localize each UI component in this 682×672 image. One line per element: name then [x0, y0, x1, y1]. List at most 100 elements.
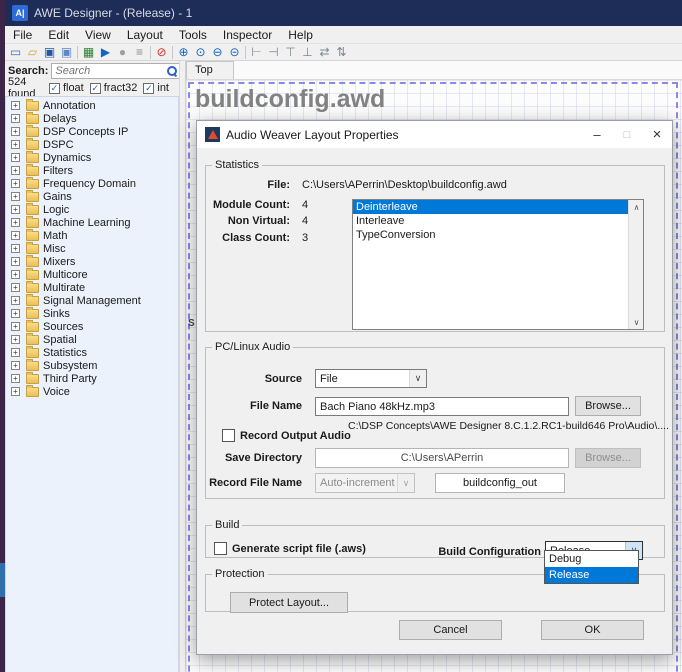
- expander-icon[interactable]: [11, 179, 20, 188]
- tree-item[interactable]: Sources: [6, 320, 178, 333]
- minimize-button[interactable]: –: [582, 121, 612, 148]
- tree-item[interactable]: Filters: [6, 164, 178, 177]
- class-list-item[interactable]: Interleave: [353, 214, 628, 228]
- class-listbox[interactable]: DeinterleaveInterleaveTypeConversion ∧ ∨: [352, 199, 644, 330]
- connect-target-icon[interactable]: ▦: [80, 44, 97, 60]
- tree-item[interactable]: Mixers: [6, 255, 178, 268]
- expander-icon[interactable]: [11, 114, 20, 123]
- menu-layout[interactable]: Layout: [119, 28, 171, 42]
- new-layout-icon[interactable]: ▭: [7, 44, 24, 60]
- expander-icon[interactable]: [11, 361, 20, 370]
- record-file-input[interactable]: [435, 473, 565, 493]
- expander-icon[interactable]: [11, 231, 20, 240]
- maximize-button[interactable]: □: [612, 121, 642, 148]
- run-layout-icon[interactable]: ▶: [97, 44, 114, 60]
- tree-item[interactable]: Statistics: [6, 346, 178, 359]
- expander-icon[interactable]: [11, 309, 20, 318]
- zoom-in-icon[interactable]: ⊕: [175, 44, 192, 60]
- tree-item[interactable]: Third Party: [6, 372, 178, 385]
- tree-item[interactable]: Sinks: [6, 307, 178, 320]
- profile-icon[interactable]: ≡: [131, 44, 148, 60]
- distribute-vertical-icon[interactable]: ⇅: [333, 44, 350, 60]
- menu-inspector[interactable]: Inspector: [215, 28, 280, 42]
- search-icon[interactable]: [167, 66, 177, 76]
- expander-icon[interactable]: [11, 335, 20, 344]
- save-as-icon[interactable]: ▣: [58, 44, 75, 60]
- listbox-scrollbar[interactable]: ∧ ∨: [628, 200, 643, 329]
- menu-view[interactable]: View: [77, 28, 119, 42]
- expander-icon[interactable]: [11, 322, 20, 331]
- expander-icon[interactable]: [11, 192, 20, 201]
- align-left-icon[interactable]: ⊢: [248, 44, 265, 60]
- cancel-button[interactable]: Cancel: [399, 620, 502, 640]
- zoom-fit-icon[interactable]: ⊝: [226, 44, 243, 60]
- generate-script-checkbox[interactable]: Generate script file (.aws): [214, 542, 366, 555]
- type-filter-checkbox[interactable]: int: [143, 82, 169, 94]
- tab-top[interactable]: Top: [186, 61, 234, 79]
- tree-item[interactable]: Multirate: [6, 281, 178, 294]
- browse-file-button[interactable]: Browse...: [575, 396, 641, 416]
- tree-item[interactable]: Annotation: [6, 99, 178, 112]
- expander-icon[interactable]: [11, 296, 20, 305]
- close-button[interactable]: ×: [642, 121, 672, 148]
- align-right-icon[interactable]: ⊣: [265, 44, 282, 60]
- expander-icon[interactable]: [11, 218, 20, 227]
- menu-file[interactable]: File: [5, 28, 40, 42]
- distribute-horizontal-icon[interactable]: ⇄: [316, 44, 333, 60]
- expander-icon[interactable]: [11, 244, 20, 253]
- expander-icon[interactable]: [11, 257, 20, 266]
- expander-icon[interactable]: [11, 348, 20, 357]
- tree-item[interactable]: DSPC: [6, 138, 178, 151]
- source-select[interactable]: File: [315, 369, 427, 388]
- expander-icon[interactable]: [11, 283, 20, 292]
- no-edit-icon[interactable]: ⊘: [153, 44, 170, 60]
- tree-item[interactable]: Gains: [6, 190, 178, 203]
- dropdown-option[interactable]: Release: [545, 567, 638, 583]
- zoom-out-icon[interactable]: ⊖: [209, 44, 226, 60]
- expander-icon[interactable]: [11, 270, 20, 279]
- type-filter-checkbox[interactable]: float: [49, 82, 84, 94]
- stop-icon[interactable]: ●: [114, 44, 131, 60]
- menu-edit[interactable]: Edit: [40, 28, 77, 42]
- save-layout-icon[interactable]: ▣: [41, 44, 58, 60]
- save-directory-input[interactable]: [315, 448, 569, 468]
- scroll-up-icon[interactable]: ∧: [629, 200, 644, 214]
- browse-directory-button[interactable]: Browse...: [575, 448, 641, 468]
- tree-item[interactable]: Frequency Domain: [6, 177, 178, 190]
- zoom-reset-icon[interactable]: ⊙: [192, 44, 209, 60]
- tree-item[interactable]: Multicore: [6, 268, 178, 281]
- tree-item[interactable]: DSP Concepts IP: [6, 125, 178, 138]
- panel-splitter[interactable]: [179, 61, 186, 672]
- expander-icon[interactable]: [11, 127, 20, 136]
- tree-item[interactable]: Voice: [6, 385, 178, 398]
- expander-icon[interactable]: [11, 153, 20, 162]
- ok-button[interactable]: OK: [541, 620, 644, 640]
- record-mode-select[interactable]: Auto-increment: [315, 473, 415, 493]
- class-list-item[interactable]: TypeConversion: [353, 228, 628, 242]
- menu-help[interactable]: Help: [280, 28, 321, 42]
- tree-item[interactable]: Misc: [6, 242, 178, 255]
- tree-item[interactable]: Logic: [6, 203, 178, 216]
- tree-item[interactable]: Spatial: [6, 333, 178, 346]
- expander-icon[interactable]: [11, 166, 20, 175]
- scroll-down-icon[interactable]: ∨: [629, 315, 644, 329]
- search-input[interactable]: [51, 63, 180, 79]
- tree-item[interactable]: Signal Management: [6, 294, 178, 307]
- tree-item[interactable]: Subsystem: [6, 359, 178, 372]
- open-layout-icon[interactable]: ▱: [24, 44, 41, 60]
- tree-item[interactable]: Delays: [6, 112, 178, 125]
- tree-item[interactable]: Dynamics: [6, 151, 178, 164]
- menu-tools[interactable]: Tools: [171, 28, 215, 42]
- align-bottom-icon[interactable]: ⊥: [299, 44, 316, 60]
- align-top-icon[interactable]: ⊤: [282, 44, 299, 60]
- expander-icon[interactable]: [11, 205, 20, 214]
- expander-icon[interactable]: [11, 374, 20, 383]
- record-output-checkbox[interactable]: Record Output Audio: [222, 429, 351, 442]
- expander-icon[interactable]: [11, 140, 20, 149]
- protect-layout-button[interactable]: Protect Layout...: [230, 592, 348, 613]
- file-name-input[interactable]: [315, 397, 569, 416]
- class-list-item[interactable]: Deinterleave: [353, 200, 628, 214]
- dropdown-option[interactable]: Debug: [545, 551, 638, 567]
- expander-icon[interactable]: [11, 101, 20, 110]
- type-filter-checkbox[interactable]: fract32: [90, 82, 138, 94]
